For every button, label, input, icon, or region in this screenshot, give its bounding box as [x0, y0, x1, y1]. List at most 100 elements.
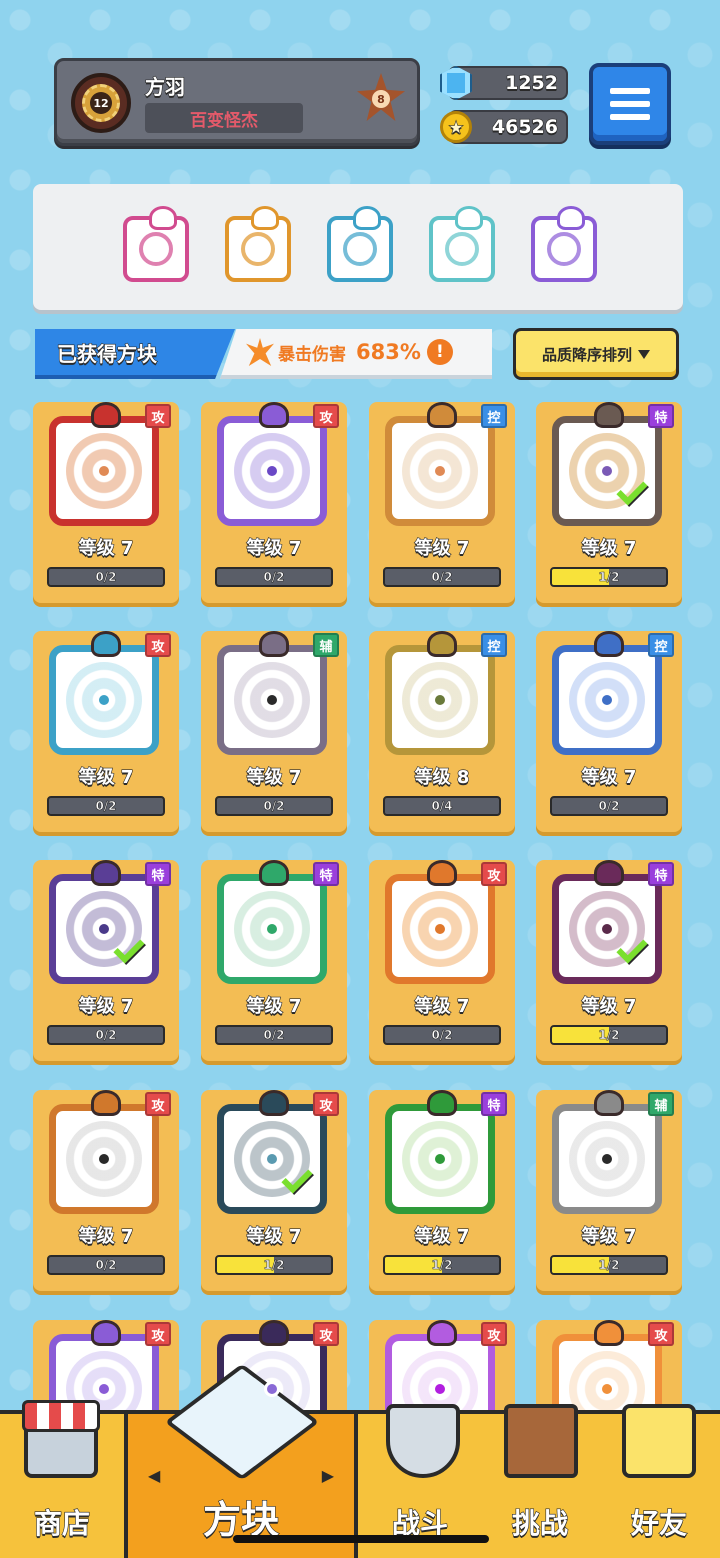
cube-core-icon	[96, 692, 112, 708]
dragon-head-icon	[91, 631, 121, 657]
cube-card[interactable]: 特等级 7 1/2	[369, 1090, 515, 1291]
home-indicator[interactable]	[233, 1535, 489, 1543]
cube-type-tag: 攻	[145, 1322, 171, 1346]
cube-card[interactable]: 控等级 7 0/2	[369, 402, 515, 603]
nav-friends[interactable]: 好友	[598, 1404, 720, 1558]
cube-type-tag: 攻	[145, 1092, 171, 1116]
dragon-head-icon	[594, 631, 624, 657]
cube-core-icon	[432, 463, 448, 479]
cube-card[interactable]: 特等级 7 0/2	[201, 860, 347, 1061]
sort-dropdown[interactable]: 品质降序排列	[513, 328, 679, 380]
cube-progress-bar: 0/2	[215, 1025, 333, 1045]
cube-card[interactable]: 攻等级 7 0/2	[33, 402, 179, 603]
cube-card[interactable]: 攻等级 7 0/2	[369, 860, 515, 1061]
cube-card[interactable]: 控等级 7 0/2	[536, 631, 682, 832]
cube-level: 等级 7	[246, 537, 302, 559]
menu-button[interactable]	[589, 63, 671, 145]
gem-icon	[438, 64, 474, 102]
cube-core-icon	[264, 921, 280, 937]
equipped-slot[interactable]	[531, 206, 597, 282]
rank-star-icon[interactable]: 8	[357, 73, 405, 121]
dragon-head-icon	[259, 1320, 289, 1346]
cube-type-tag: 控	[481, 633, 507, 657]
cube-card[interactable]: 攻等级 7 1/2	[201, 1090, 347, 1291]
equipped-slot[interactable]	[429, 206, 495, 282]
signboard-icon	[504, 1404, 578, 1478]
sort-label: 品质降序排列	[541, 345, 632, 364]
nav-left-arrow-icon[interactable]: ◀	[148, 1466, 160, 1485]
arrow-orb-icon	[547, 232, 581, 266]
coin-icon: ★	[438, 108, 474, 146]
cube-card[interactable]: 攻	[33, 1320, 179, 1412]
nav-shop[interactable]: 商店	[0, 1400, 124, 1558]
cube-core-icon	[264, 692, 280, 708]
cube-progress-bar: 1/2	[550, 1255, 668, 1275]
cube-core-icon	[96, 463, 112, 479]
cube-frame	[552, 1104, 662, 1214]
cube-core-icon	[432, 1151, 448, 1167]
cube-core-icon	[599, 1151, 615, 1167]
info-icon[interactable]: !	[426, 339, 453, 365]
cube-progress-text: 0/2	[263, 1028, 285, 1043]
cube-progress-text: 0/2	[95, 799, 117, 814]
nav-right-arrow-icon[interactable]: ▶	[322, 1466, 334, 1485]
friend-cube-icon	[622, 1404, 696, 1478]
cube-level: 等级 7	[414, 995, 470, 1017]
cube-progress-text: 1/2	[598, 1028, 620, 1043]
cube-frame	[49, 874, 159, 984]
avatar[interactable]: 12	[71, 73, 131, 133]
cube-frame	[49, 645, 159, 755]
dragon-head-icon	[427, 402, 457, 428]
cube-progress-text: 0/2	[431, 1028, 453, 1043]
cube-type-tag: 攻	[145, 633, 171, 657]
cube-level: 等级 7	[414, 1225, 470, 1247]
cube-card[interactable]: 特等级 7 1/2	[536, 860, 682, 1061]
cube-card[interactable]: 攻等级 7 0/2	[201, 402, 347, 603]
cube-level: 等级 7	[581, 537, 637, 559]
cube-level: 等级 7	[581, 1225, 637, 1247]
coin-counter[interactable]: ★ 46526	[440, 110, 568, 144]
dragon-head-icon	[91, 860, 121, 886]
crit-burst-icon	[246, 338, 274, 366]
cube-progress-bar: 0/2	[47, 1255, 165, 1275]
cube-card[interactable]: 特等级 7 0/2	[33, 860, 179, 1061]
avatar-level: 12	[90, 92, 112, 114]
equipped-slot[interactable]	[123, 206, 189, 282]
cube-card[interactable]: 攻等级 7 0/2	[33, 631, 179, 832]
cube-progress-text: 0/4	[431, 799, 453, 814]
cube-progress-bar: 0/2	[47, 1025, 165, 1045]
cube-card[interactable]: 控等级 8 0/4	[369, 631, 515, 832]
equipped-slot[interactable]	[327, 206, 393, 282]
coin-amount: 46526	[491, 115, 558, 138]
dragon-head-icon	[594, 1090, 624, 1116]
dragon-head-icon	[259, 860, 289, 886]
profile-panel[interactable]: 12 方羽 百变怪杰 8	[54, 58, 420, 146]
cube-card[interactable]: 攻	[536, 1320, 682, 1412]
cube-type-tag: 攻	[313, 404, 339, 428]
nav-challenge[interactable]: 挑战	[482, 1404, 598, 1558]
cube-card[interactable]: 攻	[369, 1320, 515, 1412]
cube-progress-text: 1/2	[263, 1258, 285, 1273]
cube-frame	[217, 645, 327, 755]
cube-core-icon	[264, 1381, 280, 1397]
cube-card[interactable]: 攻等级 7 0/2	[33, 1090, 179, 1291]
cube-frame	[552, 416, 662, 526]
cube-card[interactable]: 特等级 7 1/2	[536, 402, 682, 603]
cube-core-icon	[264, 1151, 280, 1167]
cube-progress-bar: 0/2	[215, 796, 333, 816]
gem-counter[interactable]: 1252	[440, 66, 568, 100]
cube-card[interactable]: 辅等级 7 1/2	[536, 1090, 682, 1291]
cube-progress-bar: 1/2	[215, 1255, 333, 1275]
dragon-head-icon	[427, 860, 457, 886]
cube-level: 等级 7	[78, 1225, 134, 1247]
cube-core-icon	[599, 692, 615, 708]
cube-progress-bar: 1/2	[383, 1255, 501, 1275]
equipped-slot[interactable]	[225, 206, 291, 282]
cube-frame	[552, 645, 662, 755]
dragon-head-icon	[594, 1320, 624, 1346]
cube-progress-bar: 1/2	[550, 567, 668, 587]
dragon-head-icon	[259, 631, 289, 657]
cube-card[interactable]: 辅等级 7 0/2	[201, 631, 347, 832]
cube-level: 等级 7	[581, 766, 637, 788]
cube-core-icon	[96, 1151, 112, 1167]
